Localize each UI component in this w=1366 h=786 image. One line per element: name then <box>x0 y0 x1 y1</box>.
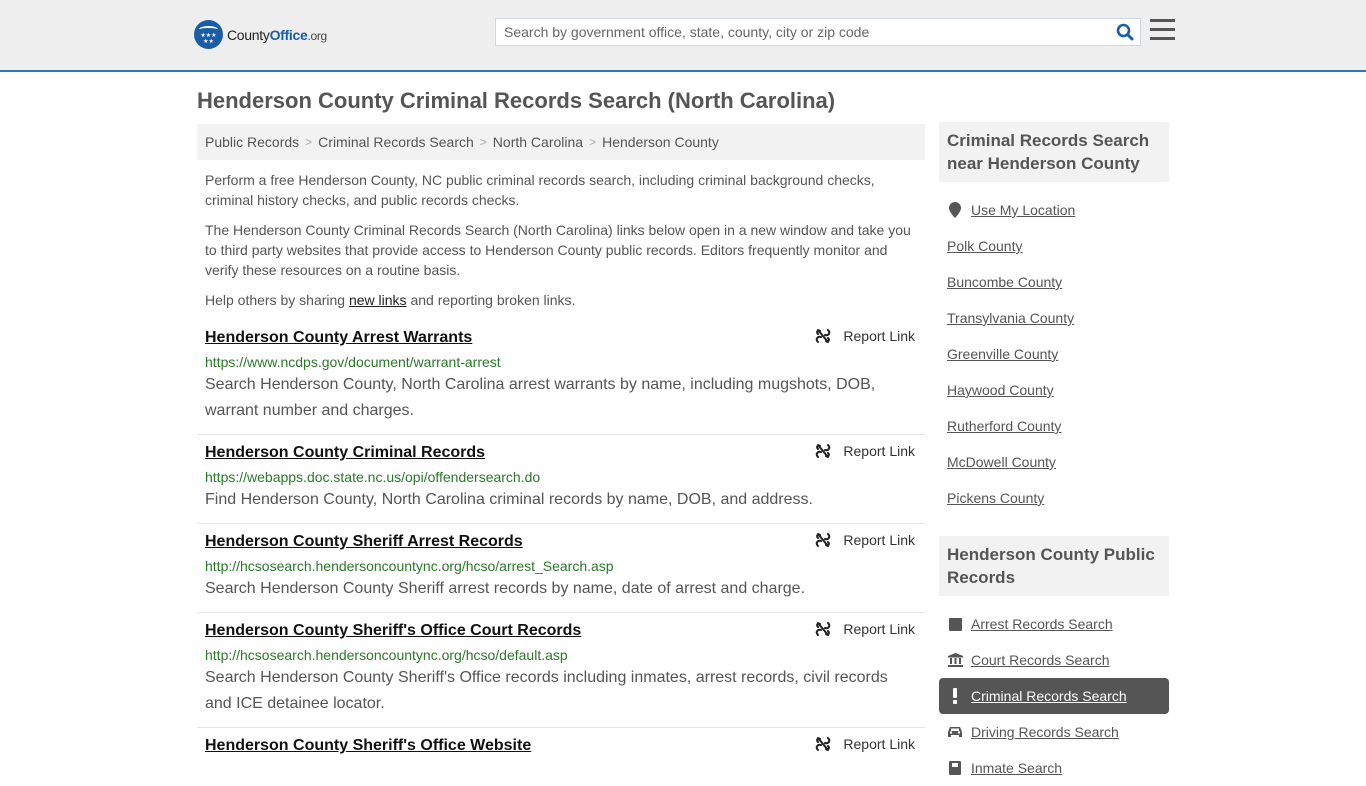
result-url: http://hcsosearch.hendersoncountync.org/… <box>205 558 614 574</box>
result-description: Search Henderson County, North Carolina … <box>205 376 876 419</box>
intro-paragraph: The Henderson County Criminal Records Se… <box>205 222 911 278</box>
breadcrumb-separator: > <box>589 135 597 149</box>
nearby-county-item[interactable]: Buncombe County <box>939 264 1169 300</box>
broken-link-icon <box>816 737 831 751</box>
search-button[interactable] <box>1110 19 1140 45</box>
broken-link-icon <box>816 444 831 458</box>
nearby-county-link[interactable]: Haywood County <box>947 382 1054 398</box>
report-link-button[interactable]: Report Link <box>815 621 915 637</box>
result-item: Henderson County Sheriff's Office Websit… <box>197 728 925 766</box>
public-records-item-inmate[interactable]: Inmate Search <box>939 750 1169 786</box>
public-records-item-criminal[interactable]: Criminal Records Search <box>939 678 1169 714</box>
intro-text: Perform a free Henderson County, NC publ… <box>197 170 925 310</box>
exclamation-icon <box>947 688 963 704</box>
public-records-item-driving[interactable]: Driving Records Search <box>939 714 1169 750</box>
nearby-county-link[interactable]: Transylvania County <box>947 310 1074 326</box>
report-link-button[interactable]: Report Link <box>815 328 915 344</box>
breadcrumb-separator: > <box>479 135 487 149</box>
logo-eagle-icon: ★★★ ★★ <box>194 20 223 49</box>
nearby-county-link[interactable]: Pickens County <box>947 490 1044 506</box>
broken-link-icon <box>816 533 831 547</box>
report-link-button[interactable]: Report Link <box>815 532 915 548</box>
hamburger-menu-button[interactable] <box>1150 19 1175 41</box>
result-item: Henderson County Sheriff Arrest Records … <box>197 524 925 613</box>
public-records-item-arrest[interactable]: Arrest Records Search <box>939 606 1169 642</box>
public-records-list: Arrest Records Search Court Records Sear… <box>939 596 1169 786</box>
broken-link-icon <box>816 622 831 636</box>
breadcrumb-separator: > <box>305 135 313 149</box>
site-header: ★★★ ★★ CountyOffice.org <box>0 0 1366 72</box>
map-marker-icon <box>947 202 963 218</box>
use-my-location-item[interactable]: Use My Location <box>939 192 1169 228</box>
nearby-list: Use My Location Polk County Buncombe Cou… <box>939 182 1169 516</box>
result-description: Search Henderson County Sheriff arrest r… <box>205 580 806 597</box>
public-records-link[interactable]: Criminal Records Search <box>971 688 1127 704</box>
public-records-link[interactable]: Arrest Records Search <box>971 616 1113 632</box>
nearby-county-item[interactable]: Polk County <box>939 228 1169 264</box>
nearby-heading: Criminal Records Search near Henderson C… <box>939 122 1169 182</box>
result-title-link[interactable]: Henderson County Criminal Records <box>205 443 485 463</box>
nearby-county-item[interactable]: Greenville County <box>939 336 1169 372</box>
public-records-link[interactable]: Court Records Search <box>971 652 1110 668</box>
result-item: Henderson County Arrest Warrants Report … <box>197 320 925 435</box>
public-records-item-court[interactable]: Court Records Search <box>939 642 1169 678</box>
nearby-county-link[interactable]: Polk County <box>947 238 1022 254</box>
report-link-button[interactable]: Report Link <box>815 443 915 459</box>
logo-text: CountyOffice.org <box>227 26 327 43</box>
sidebar: Criminal Records Search near Henderson C… <box>939 122 1169 786</box>
breadcrumb-henderson-county[interactable]: Henderson County <box>602 134 719 150</box>
courthouse-icon <box>947 652 963 668</box>
search-input[interactable] <box>496 19 1110 45</box>
public-records-heading: Henderson County Public Records <box>939 536 1169 596</box>
public-records-link[interactable]: Driving Records Search <box>971 724 1119 740</box>
nearby-county-item[interactable]: Pickens County <box>939 480 1169 516</box>
search-icon <box>1116 23 1134 41</box>
result-item: Henderson County Criminal Records Report… <box>197 435 925 524</box>
result-url: http://hcsosearch.hendersoncountync.org/… <box>205 647 568 663</box>
result-title-link[interactable]: Henderson County Sheriff Arrest Records <box>205 532 523 552</box>
nearby-county-item[interactable]: Haywood County <box>939 372 1169 408</box>
report-link-button[interactable]: Report Link <box>815 736 915 752</box>
breadcrumb-criminal-records-search[interactable]: Criminal Records Search <box>318 134 474 150</box>
result-item: Henderson County Sheriff's Office Court … <box>197 613 925 728</box>
result-description: Find Henderson County, North Carolina cr… <box>205 491 813 508</box>
results-list: Henderson County Arrest Warrants Report … <box>197 320 925 766</box>
broken-link-icon <box>816 329 831 343</box>
breadcrumb-north-carolina[interactable]: North Carolina <box>493 134 583 150</box>
breadcrumb-public-records[interactable]: Public Records <box>205 134 299 150</box>
use-my-location-link[interactable]: Use My Location <box>971 202 1075 218</box>
new-links-link[interactable]: new links <box>349 292 407 308</box>
square-icon <box>947 616 963 632</box>
result-url: https://www.ncdps.gov/document/warrant-a… <box>205 354 501 370</box>
nearby-county-link[interactable]: McDowell County <box>947 454 1056 470</box>
logo[interactable]: ★★★ ★★ CountyOffice.org <box>194 20 327 49</box>
nearby-county-link[interactable]: Buncombe County <box>947 274 1062 290</box>
main-content: Public Records > Criminal Records Search… <box>197 124 925 766</box>
car-icon <box>947 724 963 740</box>
page-title: Henderson County Criminal Records Search… <box>197 88 836 113</box>
nearby-county-item[interactable]: Rutherford County <box>939 408 1169 444</box>
result-title-link[interactable]: Henderson County Sheriff's Office Websit… <box>205 736 531 756</box>
result-url: https://webapps.doc.state.nc.us/opi/offe… <box>205 469 541 485</box>
nearby-county-item[interactable]: Transylvania County <box>939 300 1169 336</box>
intro-paragraph: Perform a free Henderson County, NC publ… <box>205 172 875 208</box>
result-description: Search Henderson County Sheriff's Office… <box>205 669 888 712</box>
nearby-county-item[interactable]: McDowell County <box>939 444 1169 480</box>
nearby-county-link[interactable]: Greenville County <box>947 346 1058 362</box>
inmate-icon <box>947 760 963 776</box>
public-records-link[interactable]: Inmate Search <box>971 760 1062 776</box>
result-title-link[interactable]: Henderson County Arrest Warrants <box>205 328 472 348</box>
search-bar <box>495 18 1141 46</box>
breadcrumb: Public Records > Criminal Records Search… <box>197 124 925 160</box>
intro-paragraph: Help others by sharing new links and rep… <box>205 292 576 308</box>
nearby-county-link[interactable]: Rutherford County <box>947 418 1061 434</box>
result-title-link[interactable]: Henderson County Sheriff's Office Court … <box>205 621 581 641</box>
